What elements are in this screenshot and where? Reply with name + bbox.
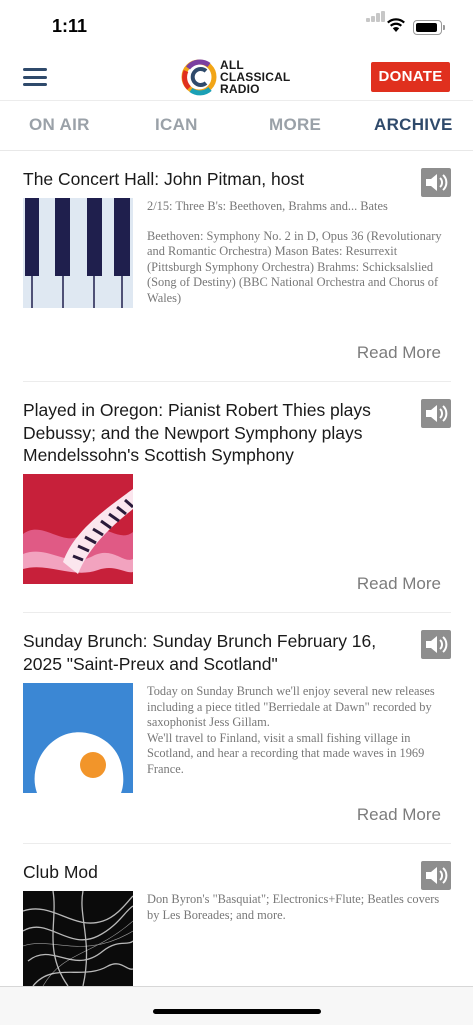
- read-more-link[interactable]: Read More: [357, 343, 441, 363]
- logo-text: ALL CLASSICAL RADIO: [220, 58, 291, 96]
- speaker-icon[interactable]: [421, 168, 451, 197]
- status-bar: 1:11: [0, 0, 473, 52]
- piano-keys-icon: [23, 198, 133, 308]
- all-classical-logo: ALL CLASSICAL RADIO: [180, 57, 300, 97]
- archive-item-description: Don Byron's "Basquiat"; Electronics+Flut…: [147, 892, 440, 922]
- wavy-piano-icon: [23, 474, 133, 584]
- tabs-divider: [0, 150, 473, 151]
- item-divider: [23, 612, 451, 613]
- home-indicator[interactable]: [153, 1009, 321, 1014]
- archive-item-title[interactable]: Played in Oregon: Pianist Robert Thies p…: [23, 399, 403, 467]
- archive-item-description: 2/15: Three B's: Beethoven, Brahms and..…: [147, 199, 442, 305]
- menu-icon[interactable]: [23, 68, 47, 86]
- status-time: 1:11: [52, 16, 88, 36]
- logo-c-icon: [181, 59, 217, 96]
- light-swirl-icon: [23, 891, 133, 986]
- tab-ican[interactable]: ICAN: [155, 115, 198, 135]
- archive-item-title[interactable]: Club Mod: [23, 861, 403, 884]
- item-divider: [23, 381, 451, 382]
- fried-egg-icon: [23, 683, 133, 793]
- speaker-icon[interactable]: [421, 399, 451, 428]
- archive-item-title[interactable]: Sunday Brunch: Sunday Brunch February 16…: [23, 630, 403, 675]
- archive-item[interactable]: Sunday Brunch: Sunday Brunch February 16…: [23, 630, 451, 830]
- archive-item-title[interactable]: The Concert Hall: John Pitman, host: [23, 168, 403, 191]
- speaker-icon[interactable]: [421, 630, 451, 659]
- section-tabs: ON AIR ICAN MORE ARCHIVE: [0, 101, 473, 149]
- archive-item-description: Today on Sunday Brunch we'll enjoy sever…: [147, 684, 435, 776]
- battery-icon: [413, 20, 445, 35]
- archive-item[interactable]: The Concert Hall: John Pitman, host 2/15…: [23, 168, 451, 368]
- tab-on-air[interactable]: ON AIR: [29, 115, 90, 135]
- app-header: ALL CLASSICAL RADIO DONATE: [0, 52, 473, 100]
- item-divider: [23, 843, 451, 844]
- read-more-link[interactable]: Read More: [357, 805, 441, 825]
- bottom-bar: [0, 986, 473, 1025]
- donate-button[interactable]: DONATE: [371, 62, 450, 92]
- speaker-icon[interactable]: [421, 861, 451, 890]
- tab-more[interactable]: MORE: [269, 115, 321, 135]
- wifi-icon: [387, 18, 405, 32]
- archive-item[interactable]: Played in Oregon: Pianist Robert Thies p…: [23, 399, 451, 599]
- archive-item[interactable]: Club Mod Don Byron's "Basquiat"; Electro…: [23, 861, 451, 986]
- tab-archive[interactable]: ARCHIVE: [374, 115, 453, 135]
- read-more-link[interactable]: Read More: [357, 574, 441, 594]
